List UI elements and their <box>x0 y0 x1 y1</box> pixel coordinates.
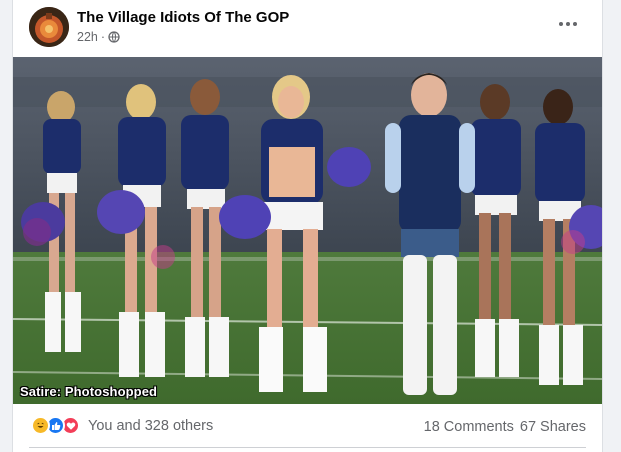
avatar-image <box>29 7 69 47</box>
shares-count[interactable]: 67 Shares <box>520 419 586 435</box>
haha-icon <box>31 416 50 435</box>
post-time[interactable]: 22h <box>77 30 98 44</box>
cheerleaders-photo <box>13 57 602 404</box>
engagement-counts: 18 Comments 67 Shares <box>424 419 586 435</box>
globe-icon <box>108 31 120 43</box>
post-card: The Village Idiots Of The GOP 22h · Sati… <box>12 0 603 452</box>
footer-divider <box>29 447 586 448</box>
group-name[interactable]: The Village Idiots Of The GOP <box>77 9 289 26</box>
reactions-text[interactable]: You and 328 others <box>88 418 213 434</box>
reactions-summary[interactable]: You and 328 others <box>31 416 213 435</box>
post-meta: 22h · <box>77 30 120 44</box>
image-caption: Satire: Photoshopped <box>20 384 158 399</box>
more-options-button[interactable] <box>556 14 580 34</box>
more-options-icon <box>559 22 563 26</box>
group-avatar[interactable] <box>29 7 69 47</box>
comments-count[interactable]: 18 Comments <box>424 419 514 435</box>
post-image[interactable]: Satire: Photoshopped <box>13 57 602 404</box>
cheerleader-group-left <box>21 79 229 377</box>
